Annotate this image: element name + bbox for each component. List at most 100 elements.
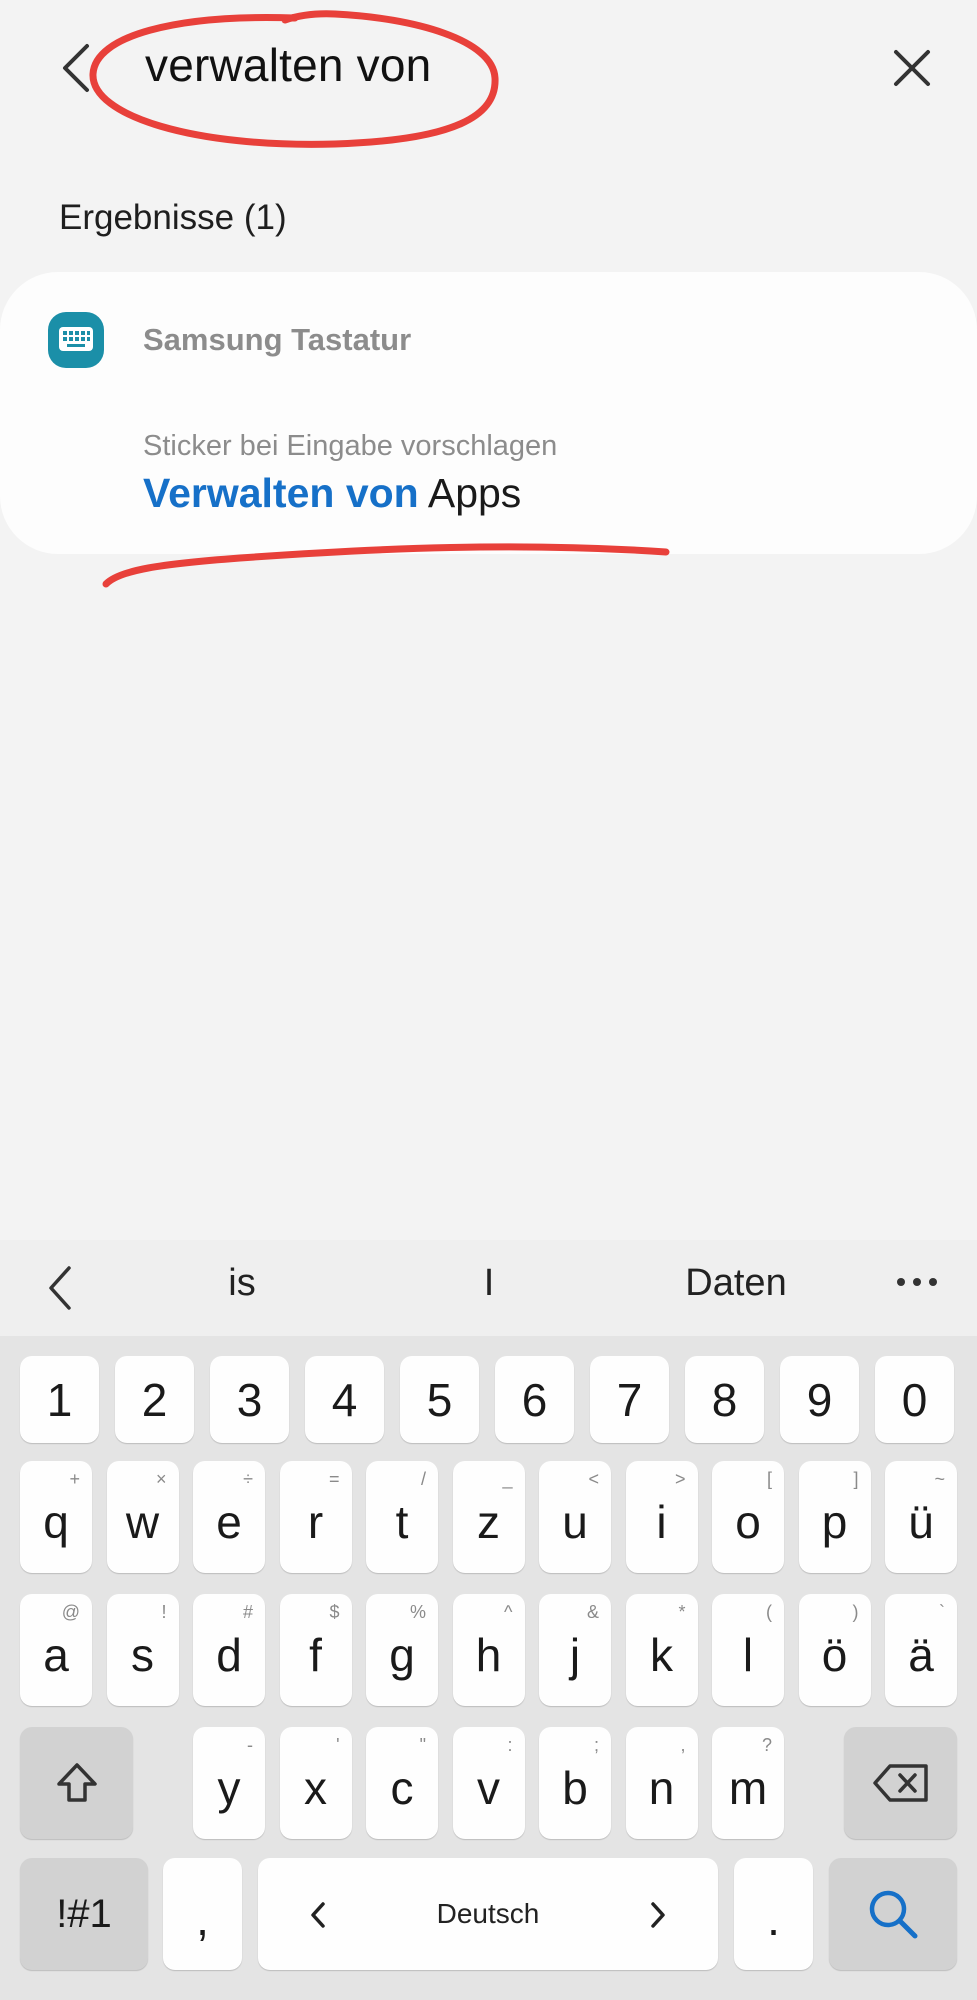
key-x[interactable]: ' x	[279, 1727, 352, 1839]
search-key[interactable]	[829, 1858, 957, 1970]
key-label: g	[389, 1629, 415, 1681]
period-key-label: .	[767, 1893, 780, 1945]
key-label: s	[131, 1629, 154, 1681]
key-7[interactable]: 7	[590, 1356, 669, 1443]
key-o[interactable]: [o	[712, 1461, 784, 1573]
key-label: l	[742, 1629, 754, 1681]
chevron-left-icon	[308, 1887, 328, 1941]
key-j[interactable]: & j	[539, 1594, 611, 1706]
key-ä[interactable]: ` ä	[885, 1594, 957, 1706]
key-8[interactable]: 8	[685, 1356, 764, 1443]
suggestion-word[interactable]: Daten	[685, 1262, 786, 1305]
key-2[interactable]: 2	[115, 1356, 194, 1443]
key-0[interactable]: 0	[875, 1356, 954, 1443]
key-z[interactable]: _ z	[452, 1461, 525, 1573]
key-secondary-symbol: (	[766, 1602, 772, 1622]
search-input[interactable]: verwalten von	[145, 38, 431, 92]
search-header: verwalten von	[0, 0, 977, 148]
language-label: Deutsch	[436, 1898, 540, 1929]
key-3[interactable]: 3	[210, 1356, 289, 1443]
key-label: ö	[821, 1629, 848, 1681]
clear-search-button[interactable]	[885, 36, 939, 100]
key-k[interactable]: * k	[625, 1594, 698, 1706]
key-w[interactable]: × w	[106, 1461, 179, 1573]
key-n[interactable]: ,n	[625, 1727, 698, 1839]
back-button[interactable]	[50, 36, 102, 100]
suggestion-collapse-button[interactable]	[34, 1262, 86, 1314]
key-label: p	[821, 1496, 848, 1548]
key-secondary-symbol: &	[586, 1602, 599, 1622]
key-q[interactable]: + q	[20, 1461, 92, 1573]
key-label: m	[728, 1762, 768, 1814]
key-label: a	[43, 1629, 69, 1681]
key-ö[interactable]: ) ö	[798, 1594, 871, 1706]
space-key[interactable]: Deutsch	[258, 1858, 718, 1970]
chevron-right-icon	[648, 1887, 668, 1941]
key-i[interactable]: > i	[625, 1461, 698, 1573]
key-e[interactable]: ÷ e	[193, 1461, 265, 1573]
key-p[interactable]: ] p	[798, 1461, 871, 1573]
period-key[interactable]: .	[734, 1858, 813, 1970]
key-secondary-symbol: )	[852, 1602, 859, 1622]
key-4[interactable]: 4	[305, 1356, 384, 1443]
result-app-name: Samsung Tastatur	[143, 322, 412, 357]
key-t[interactable]: / t	[366, 1461, 438, 1573]
key-label: v	[477, 1762, 500, 1814]
key-label: 6	[521, 1373, 548, 1426]
more-dots-icon	[897, 1278, 937, 1286]
keyboard: 1234567890 + q × w ÷ e = r / t _ z < u > i[o] p ~ ü @ a! s # d…	[0, 1336, 977, 2000]
key-s[interactable]: ! s	[106, 1594, 179, 1706]
key-secondary-symbol: ?	[761, 1735, 772, 1755]
key-r[interactable]: = r	[279, 1461, 352, 1573]
key-secondary-symbol: `	[939, 1602, 945, 1622]
shift-key[interactable]	[20, 1727, 133, 1839]
key-secondary-symbol: #	[242, 1602, 253, 1622]
key-label: r	[307, 1496, 324, 1548]
symbols-key[interactable]: !#1	[20, 1858, 148, 1970]
more-options-button[interactable]	[895, 1260, 939, 1314]
key-label: c	[390, 1762, 414, 1814]
key-y[interactable]: -y	[193, 1727, 265, 1839]
key-secondary-symbol: !	[161, 1602, 167, 1622]
key-secondary-symbol: >	[674, 1469, 686, 1489]
key-a[interactable]: @ a	[20, 1594, 92, 1706]
key-secondary-symbol: ,	[680, 1735, 686, 1755]
key-f[interactable]: $ f	[279, 1594, 352, 1706]
keyboard-icon	[48, 312, 104, 368]
key-u[interactable]: < u	[539, 1461, 611, 1573]
key-1[interactable]: 1	[20, 1356, 99, 1443]
key-label: i	[656, 1496, 667, 1548]
key-label: 5	[426, 1373, 453, 1426]
key-l[interactable]: (l	[712, 1594, 784, 1706]
suggestion-word[interactable]: I	[484, 1262, 495, 1305]
comma-key[interactable]: ,	[163, 1858, 242, 1970]
key-m[interactable]: ? m	[712, 1727, 784, 1839]
key-label: x	[304, 1762, 327, 1814]
suggestion-word[interactable]: is	[228, 1262, 255, 1305]
key-c[interactable]: " c	[366, 1727, 438, 1839]
results-count-label: Ergebnisse (1)	[59, 198, 287, 237]
result-title-highlight: Verwalten von	[143, 470, 419, 516]
key-secondary-symbol: <	[588, 1469, 599, 1489]
key-g[interactable]: % g	[366, 1594, 438, 1706]
key-secondary-symbol: %	[409, 1602, 426, 1622]
key-h[interactable]: ^ h	[452, 1594, 525, 1706]
key-label: j	[569, 1629, 581, 1681]
key-secondary-symbol: ~	[934, 1469, 945, 1489]
backspace-key[interactable]	[844, 1727, 957, 1839]
suggestion-bar: is I Daten	[0, 1240, 977, 1336]
key-d[interactable]: # d	[193, 1594, 265, 1706]
key-label: 8	[711, 1373, 738, 1426]
key-secondary-symbol: ;	[593, 1735, 599, 1755]
key-6[interactable]: 6	[495, 1356, 574, 1443]
key-secondary-symbol: "	[419, 1735, 426, 1755]
key-secondary-symbol: ×	[155, 1469, 167, 1489]
key-b[interactable]: ; b	[539, 1727, 611, 1839]
result-card[interactable]: Samsung Tastatur Sticker bei Eingabe vor…	[0, 272, 977, 554]
key-5[interactable]: 5	[400, 1356, 479, 1443]
key-9[interactable]: 9	[780, 1356, 859, 1443]
key-v[interactable]: :v	[452, 1727, 525, 1839]
result-title: Verwalten von Apps	[143, 470, 521, 517]
key-label: w	[125, 1496, 160, 1548]
key-ü[interactable]: ~ ü	[885, 1461, 957, 1573]
